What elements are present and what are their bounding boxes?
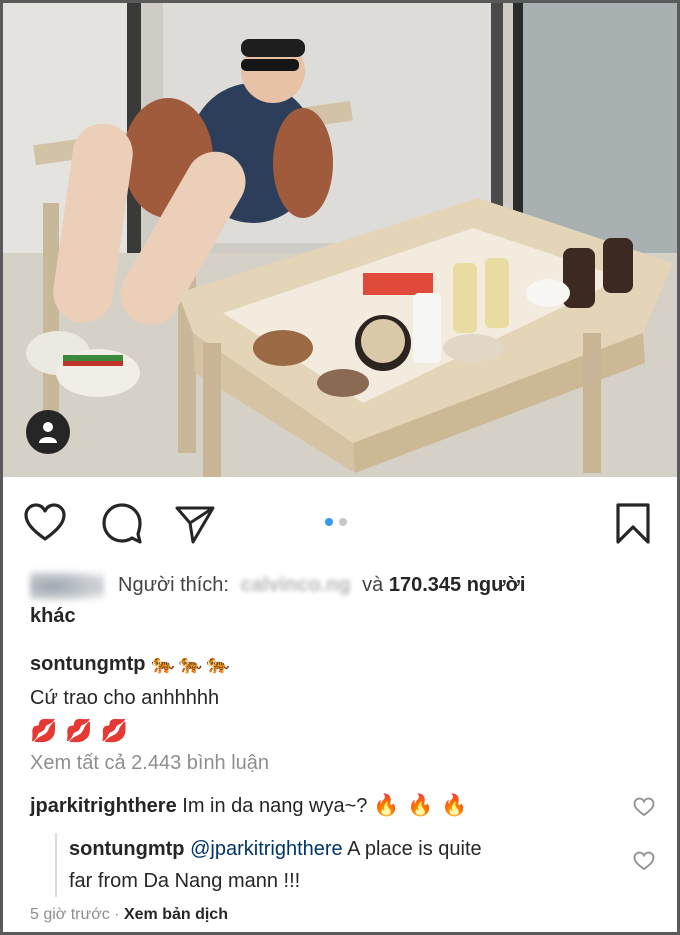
view-all-comments-link[interactable]: Xem tất cả 2.443 bình luận (30, 752, 269, 775)
reply-like-heart-icon[interactable] (633, 851, 655, 871)
likes-summary[interactable]: Người thích: calvinco.ng và 170.345 ngườ… (30, 570, 650, 631)
comment-username[interactable]: jparkitrighthere (30, 795, 177, 817)
photo-illustration (3, 3, 677, 477)
likes-count[interactable]: 170.345 người (389, 574, 526, 596)
comment-text: Im in da nang wya~? (182, 795, 368, 817)
comment-like-heart-icon[interactable] (633, 797, 655, 817)
likes-suffix: khác (30, 604, 76, 627)
likes-prefix: Người thích: (118, 574, 229, 596)
caption-text: Cứ trao cho anhhhhh (30, 687, 220, 709)
liker-name-blurred: calvinco.ng (240, 574, 351, 596)
post-meta: 5 giờ trước · Xem bản dịch (30, 906, 228, 924)
post-caption: sontungmtp 🐅🐅🐅 Cứ trao cho anhhhhh 💋💋💋 (30, 647, 650, 749)
tagged-user-button[interactable] (26, 410, 70, 454)
kiss-emoji: 💋💋💋 (30, 719, 137, 744)
instagram-post: Người thích: calvinco.ng và 170.345 ngườ… (3, 3, 677, 932)
fire-emoji: 🔥🔥🔥 (372, 793, 476, 817)
likes-conjunction: và (362, 574, 384, 596)
reply-mention[interactable]: @jparkitrighthere (190, 838, 343, 860)
see-translation-link[interactable]: Xem bản dịch (124, 906, 228, 923)
person-icon (39, 422, 57, 443)
caption-username[interactable]: sontungmtp (30, 653, 146, 675)
tiger-emoji: 🐅🐅🐅 (151, 653, 235, 675)
comment-bubble-icon[interactable] (100, 501, 144, 545)
carousel-dot (339, 518, 347, 526)
liker-avatar-blurred (30, 570, 104, 601)
carousel-dot-active (325, 518, 333, 526)
reply-username[interactable]: sontungmtp (69, 838, 185, 860)
comment: jparkitrighthere Im in da nang wya~? 🔥🔥🔥 (30, 793, 620, 818)
carousel-indicator (325, 518, 347, 526)
save-bookmark-icon[interactable] (611, 501, 655, 545)
comment-reply: sontungmtp @jparkitrighthere A place is … (55, 833, 639, 897)
reply-text-line1: A place is quite (347, 838, 482, 860)
meta-separator: · (114, 906, 120, 923)
post-time: 5 giờ trước (30, 906, 110, 923)
post-photo[interactable] (3, 3, 677, 477)
like-heart-icon[interactable] (23, 501, 67, 545)
reply-text-line2: far from Da Nang mann !!! (69, 870, 301, 892)
share-paper-plane-icon[interactable] (173, 501, 217, 545)
